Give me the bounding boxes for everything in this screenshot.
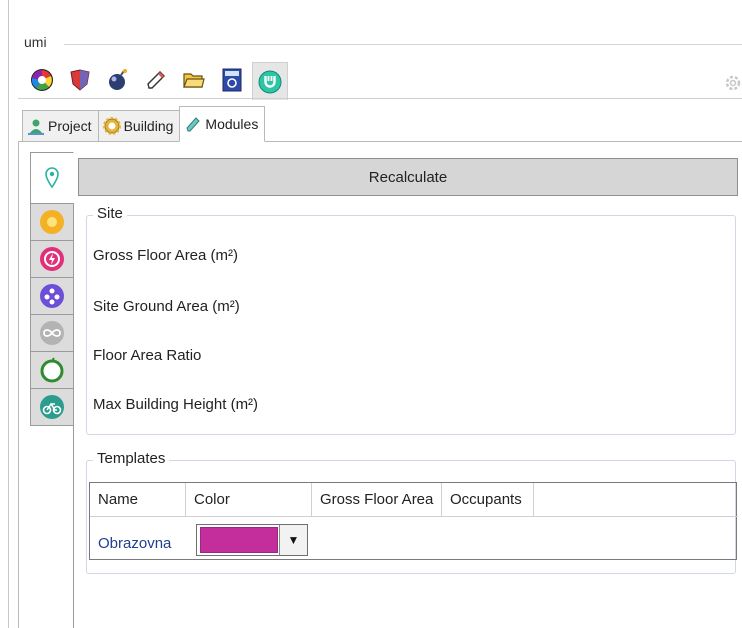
gear-cog-icon <box>102 117 121 135</box>
bicycle-icon <box>40 395 64 419</box>
tab-building-label: Building <box>123 118 174 134</box>
shield-icon <box>70 69 90 91</box>
infinity-icon <box>40 321 64 345</box>
template-color-swatch <box>200 527 278 553</box>
side-tab-site[interactable] <box>30 152 74 204</box>
side-tab-lifecycle[interactable] <box>30 314 74 352</box>
panel-title: umi <box>24 34 47 50</box>
site-ground-area-label: Site Ground Area (m²) <box>93 298 240 315</box>
pencil-button[interactable] <box>138 62 174 98</box>
tab-project[interactable]: Project <box>22 110 99 142</box>
side-tab-food[interactable] <box>30 351 74 389</box>
calculator-icon <box>222 68 242 92</box>
template-color-dropdown[interactable]: ▼ <box>196 524 308 556</box>
toolbar-divider <box>18 98 742 99</box>
folder-button[interactable] <box>176 62 212 98</box>
main-tabs: Project Building Modules <box>22 106 266 142</box>
sun-icon <box>40 210 64 234</box>
site-gross-floor-area-label: Gross Floor Area (m²) <box>93 247 239 264</box>
apple-icon <box>40 357 64 383</box>
umi-logo-icon <box>258 70 282 93</box>
column-header-name[interactable]: Name <box>90 483 186 517</box>
panel-left-border <box>8 0 9 628</box>
recalculate-button[interactable]: Recalculate <box>78 158 738 196</box>
column-header-gross-floor-area[interactable]: Gross Floor Area <box>312 483 442 517</box>
templates-table: Name Color Gross Floor Area Occupants Ob… <box>89 482 738 560</box>
bomb-icon <box>109 69 127 90</box>
side-tab-operational-energy[interactable] <box>30 240 74 278</box>
templates-group-legend: Templates <box>93 450 170 467</box>
site-floor-area-ratio-label: Floor Area Ratio <box>93 347 202 364</box>
site-max-building-height-label: Max Building Height (m²) <box>93 396 259 413</box>
column-header-empty <box>534 483 738 517</box>
toolbar <box>24 62 290 100</box>
shield-button[interactable] <box>62 62 98 98</box>
side-tab-energy-sun[interactable] <box>30 203 74 241</box>
color-wheel-button[interactable] <box>24 62 60 98</box>
tab-project-label: Project <box>48 118 92 134</box>
network-icon <box>40 284 64 308</box>
energy-icon <box>40 247 64 271</box>
tab-modules-label: Modules <box>205 116 259 132</box>
tab-building[interactable]: Building <box>97 110 181 142</box>
user-pin-icon <box>27 117 45 135</box>
pencil-icon <box>147 71 165 89</box>
side-tab-mobility[interactable] <box>30 388 74 426</box>
bomb-button[interactable] <box>100 62 136 98</box>
calculator-button[interactable] <box>214 62 250 98</box>
pencil-icon <box>184 115 202 133</box>
site-group-legend: Site <box>93 205 127 222</box>
module-side-tabs <box>30 152 74 426</box>
site-group: Site Gross Floor Area (m²) Site Ground A… <box>86 205 736 435</box>
side-tabs-border <box>73 204 74 628</box>
templates-group: Templates Name Color Gross Floor Area Oc… <box>86 450 738 574</box>
location-pin-icon <box>45 167 59 189</box>
column-header-occupants[interactable]: Occupants <box>442 483 534 517</box>
side-tab-network[interactable] <box>30 277 74 315</box>
chevron-down-icon[interactable]: ▼ <box>279 525 307 555</box>
panel-title-divider <box>64 44 742 45</box>
folder-icon <box>183 73 205 88</box>
template-row-name[interactable]: Obrazovna <box>98 535 171 552</box>
umi-modules-button[interactable] <box>252 62 288 100</box>
color-wheel-icon <box>31 69 53 91</box>
gear-icon[interactable] <box>724 74 742 92</box>
tab-modules[interactable]: Modules <box>179 106 266 142</box>
column-header-color[interactable]: Color <box>186 483 312 517</box>
